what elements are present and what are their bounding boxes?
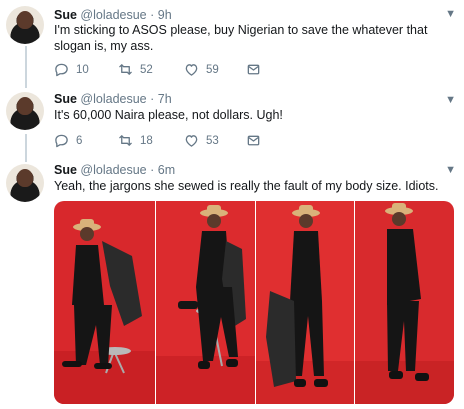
direct-message-icon [247,64,260,75]
timestamp[interactable]: · 9h [150,8,172,22]
like-count: 53 [206,134,219,147]
retweet-count: 18 [140,134,153,147]
like-count: 59 [206,63,219,76]
user-handle[interactable]: @loladesue [80,92,146,106]
tweet-header: Sue @loladesue · 9h [54,7,172,23]
direct-message-button[interactable] [246,62,261,77]
avatar[interactable] [6,164,44,202]
direct-message-button[interactable] [246,133,261,148]
display-name[interactable]: Sue [54,8,77,22]
photo-4[interactable] [355,201,454,404]
like-button[interactable]: 59 [184,62,219,77]
avatar[interactable] [6,92,44,130]
tweet-header: Sue @loladesue · 7h [54,91,172,107]
photo-3[interactable] [256,201,354,404]
retweet-count: 52 [140,63,153,76]
chevron-down-icon[interactable]: ▼ [445,8,456,20]
reply-icon [55,134,68,148]
user-handle[interactable]: @loladesue [80,8,146,22]
heart-icon [185,64,198,76]
reply-count: 10 [76,63,89,76]
timestamp[interactable]: · 7h [150,92,172,106]
tweet-text: It's 60,000 Naira please, not dollars. U… [54,108,283,122]
timestamp[interactable]: · 6m [150,163,175,177]
photo-2[interactable] [156,201,255,404]
retweet-button[interactable]: 52 [118,62,153,77]
chevron-down-icon[interactable]: ▼ [445,164,456,176]
avatar[interactable] [6,6,44,44]
reply-button[interactable]: 10 [54,62,89,77]
photo-1[interactable] [54,201,155,404]
retweet-icon [119,135,132,146]
tweet[interactable]: Sue @loladesue · 7h ▼ It's 60,000 Naira … [0,86,464,156]
reply-button[interactable]: 6 [54,133,82,148]
tweet-actions: 10 52 59 [54,62,354,78]
user-handle[interactable]: @loladesue [80,163,146,177]
tweet-actions: 6 18 53 [54,133,354,149]
photo-grid [54,201,454,404]
heart-icon [185,135,198,147]
chevron-down-icon[interactable]: ▼ [445,94,456,106]
display-name[interactable]: Sue [54,163,77,177]
direct-message-icon [247,135,260,146]
like-button[interactable]: 53 [184,133,219,148]
reply-count: 6 [76,134,83,147]
retweet-button[interactable]: 18 [118,133,153,148]
reply-icon [55,63,68,77]
tweet-text: I'm sticking to ASOS please, buy Nigeria… [54,23,428,53]
tweet-text: Yeah, the jargons she sewed is really th… [54,179,439,193]
tweet-header: Sue @loladesue · 6m [54,162,175,178]
display-name[interactable]: Sue [54,92,77,106]
tweet[interactable]: Sue @loladesue · 9h ▼ I'm sticking to AS… [0,0,464,86]
retweet-icon [119,64,132,75]
